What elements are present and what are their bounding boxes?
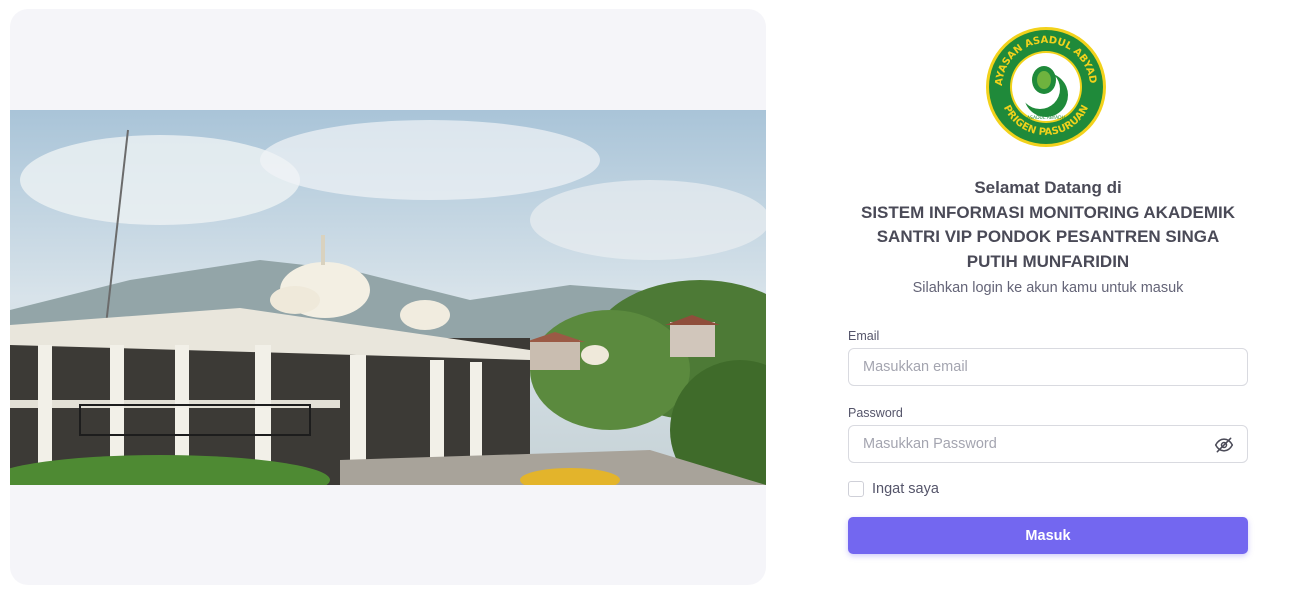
welcome-line-3: SANTRI VIP PONDOK PESANTREN SINGA — [876, 227, 1220, 246]
welcome-heading: Selamat Datang di SISTEM INFORMASI MONIT… — [838, 176, 1258, 274]
pesantren-photo — [10, 110, 766, 485]
email-label: Email — [848, 329, 880, 343]
remember-checkbox[interactable] — [848, 481, 864, 497]
login-subtitle: Silahkan login ke akun kamu untuk masuk — [912, 280, 1184, 296]
yayasan-logo: YAYASAN ASADUL ABYADH PRIGEN PASURUAN AS… — [984, 25, 1108, 149]
eye-off-icon[interactable] — [1214, 435, 1234, 455]
password-label: Password — [848, 406, 903, 420]
illustration-panel — [10, 9, 766, 585]
svg-text:ASADUL ABYADH: ASADUL ABYADH — [1027, 115, 1065, 121]
remember-me: Ingat saya — [848, 481, 939, 497]
login-button[interactable]: Masuk — [848, 517, 1248, 554]
welcome-line-2: SISTEM INFORMASI MONITORING AKADEMIK — [861, 202, 1235, 222]
email-field[interactable] — [848, 348, 1248, 386]
welcome-line-1: Selamat Datang di — [974, 178, 1122, 197]
welcome-line-4: PUTIH MUNFARIDIN — [966, 251, 1130, 271]
login-panel: YAYASAN ASADUL ABYADH PRIGEN PASURUAN AS… — [848, 0, 1248, 604]
remember-label[interactable]: Ingat saya — [872, 481, 939, 497]
password-field[interactable] — [848, 425, 1248, 463]
login-page: YAYASAN ASADUL ABYADH PRIGEN PASURUAN AS… — [0, 0, 1294, 604]
